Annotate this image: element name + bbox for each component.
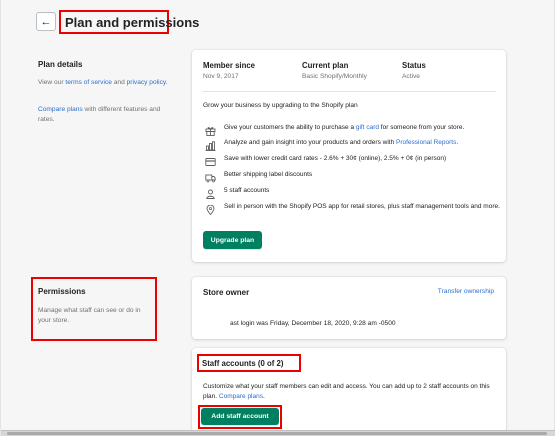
compare-plans-link-staff[interactable]: Compare plans	[219, 393, 263, 400]
compare-plans-link[interactable]: Compare plans	[38, 106, 83, 113]
plan-card: Member since Nov 9, 2017 Current plan Ba…	[192, 50, 506, 262]
shipping-truck-icon	[205, 170, 217, 183]
status-value: Active	[402, 73, 420, 80]
member-since-value: Nov 9, 2017	[203, 73, 239, 80]
add-staff-account-button[interactable]: Add staff account	[201, 408, 279, 425]
feature-shipping: Better shipping label discounts	[205, 170, 505, 183]
current-plan-value: Basic Shopify/Monthly	[302, 73, 367, 80]
feature-staff: 5 staff accounts	[205, 186, 505, 199]
horizontal-scrollbar[interactable]	[1, 430, 555, 436]
compare-plans-description: Compare plans with different features an…	[38, 106, 161, 123]
upgrade-plan-button[interactable]: Upgrade plan	[203, 231, 262, 249]
gift-icon	[205, 123, 217, 136]
privacy-policy-link[interactable]: privacy policy	[127, 79, 166, 86]
user-icon	[205, 186, 217, 199]
gift-card-link[interactable]: gift card	[356, 124, 379, 131]
staff-description: Customize what your staff members can ed…	[203, 383, 490, 400]
store-owner-card: Store owner Transfer ownership ast login…	[192, 277, 506, 339]
staff-accounts-heading: Staff accounts (0 of 2)	[202, 358, 284, 368]
divider	[202, 91, 496, 92]
status-label: Status	[402, 61, 426, 70]
location-pin-icon	[205, 202, 217, 216]
current-plan-label: Current plan	[302, 61, 349, 70]
feature-reports: Analyze and gain insight into your produ…	[205, 138, 505, 151]
store-owner-heading: Store owner	[203, 288, 250, 297]
feature-card-rates: Save with lower credit card rates - 2.6%…	[205, 154, 505, 166]
last-login-text: ast login was Friday, December 18, 2020,…	[230, 320, 396, 327]
grow-business-text: Grow your business by upgrading to the S…	[203, 102, 358, 109]
terms-of-service-link[interactable]: terms of service	[65, 79, 112, 86]
permissions-heading: Permissions	[38, 287, 86, 296]
plan-details-heading: Plan details	[38, 60, 83, 69]
member-since-label: Member since	[203, 61, 256, 70]
analytics-icon	[205, 138, 217, 151]
staff-accounts-highlight: Staff accounts (0 of 2)	[197, 354, 301, 372]
feature-pos: Sell in person with the Shopify POS app …	[205, 202, 505, 216]
scrollbar-thumb[interactable]	[7, 432, 547, 435]
page: ← Plan and permissions Plan details View…	[0, 0, 555, 436]
plan-details-description: View our terms of service and privacy po…	[38, 79, 168, 86]
staff-accounts-card: Staff accounts (0 of 2) Customize what y…	[192, 348, 506, 432]
credit-card-icon	[205, 154, 217, 166]
title-highlight: Plan and permissions	[59, 10, 199, 34]
permissions-description: Manage what staff can see or do in your …	[38, 307, 141, 324]
back-button[interactable]: ←	[36, 12, 56, 31]
page-title: Plan and permissions	[65, 14, 200, 30]
professional-reports-link[interactable]: Professional Reports	[396, 139, 456, 146]
arrow-left-icon: ←	[40, 15, 52, 28]
feature-gift-card: Give your customers the ability to purch…	[205, 123, 505, 136]
transfer-ownership-link[interactable]: Transfer ownership	[438, 288, 494, 295]
